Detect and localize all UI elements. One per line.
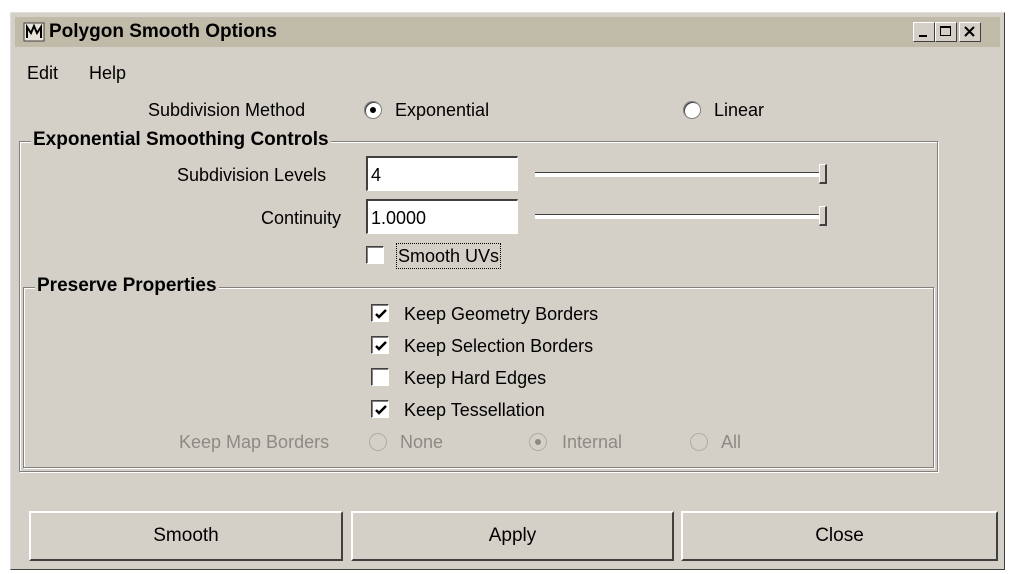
preserve-properties-title: Preserve Properties: [35, 275, 219, 297]
exponential-smoothing-title: Exponential Smoothing Controls: [31, 129, 331, 151]
checkmark-icon: [375, 405, 387, 415]
keep-hard-edges-label[interactable]: Keep Hard Edges: [404, 367, 546, 389]
keep-hard-edges-checkbox[interactable]: [371, 368, 389, 386]
smooth-button[interactable]: Smooth: [29, 511, 343, 561]
menu-edit[interactable]: Edit: [27, 63, 58, 84]
keep-geometry-borders-label[interactable]: Keep Geometry Borders: [404, 303, 598, 325]
radio-exponential[interactable]: [364, 101, 382, 119]
keep-tessellation-label[interactable]: Keep Tessellation: [404, 399, 545, 421]
minimize-icon: [919, 35, 927, 37]
keep-map-borders-label: Keep Map Borders: [179, 432, 330, 452]
radio-exponential-label[interactable]: Exponential: [395, 99, 489, 121]
close-icon: [964, 26, 975, 37]
checkmark-icon: [375, 341, 387, 351]
radio-map-borders-all[interactable]: [690, 433, 708, 451]
menu-help[interactable]: Help: [89, 63, 126, 84]
subdivision-levels-slider-handle[interactable]: [819, 164, 827, 184]
keep-selection-borders-checkbox[interactable]: [371, 336, 389, 354]
maya-icon: [23, 22, 45, 42]
keep-tessellation-checkbox[interactable]: [371, 400, 389, 418]
radio-map-borders-all-label[interactable]: All: [721, 431, 741, 453]
radio-map-borders-none-label[interactable]: None: [400, 431, 443, 453]
radio-linear-label[interactable]: Linear: [714, 99, 764, 121]
checkmark-icon: [375, 309, 387, 319]
close-button[interactable]: Close: [681, 511, 998, 561]
subdivision-levels-label: Subdivision Levels: [177, 165, 327, 185]
radio-map-borders-none[interactable]: [369, 433, 387, 451]
apply-button[interactable]: Apply: [351, 511, 674, 561]
maximize-button[interactable]: [935, 22, 957, 42]
window-title: Polygon Smooth Options: [49, 21, 277, 42]
keep-selection-borders-label[interactable]: Keep Selection Borders: [404, 335, 593, 357]
subdivision-method-label: Subdivision Method: [148, 100, 306, 120]
radio-map-borders-internal[interactable]: [529, 433, 547, 451]
radio-map-borders-internal-label[interactable]: Internal: [562, 431, 622, 453]
close-window-button[interactable]: [959, 22, 981, 42]
continuity-slider[interactable]: [535, 214, 827, 219]
continuity-label: Continuity: [261, 208, 342, 228]
minimize-button[interactable]: [913, 22, 935, 42]
maximize-icon: [940, 26, 951, 36]
smooth-uvs-checkbox[interactable]: [366, 246, 384, 264]
title-bar[interactable]: Polygon Smooth Options: [15, 17, 1000, 47]
continuity-slider-handle[interactable]: [819, 206, 827, 226]
subdivision-levels-field[interactable]: 4: [366, 156, 518, 191]
polygon-smooth-options-window: Polygon Smooth Options Edit Help Subdivi…: [10, 12, 1005, 570]
radio-linear[interactable]: [683, 101, 701, 119]
subdivision-levels-slider[interactable]: [535, 172, 827, 177]
keep-geometry-borders-checkbox[interactable]: [371, 304, 389, 322]
smooth-uvs-label[interactable]: Smooth UVs: [395, 243, 502, 269]
continuity-field[interactable]: 1.0000: [366, 199, 518, 234]
